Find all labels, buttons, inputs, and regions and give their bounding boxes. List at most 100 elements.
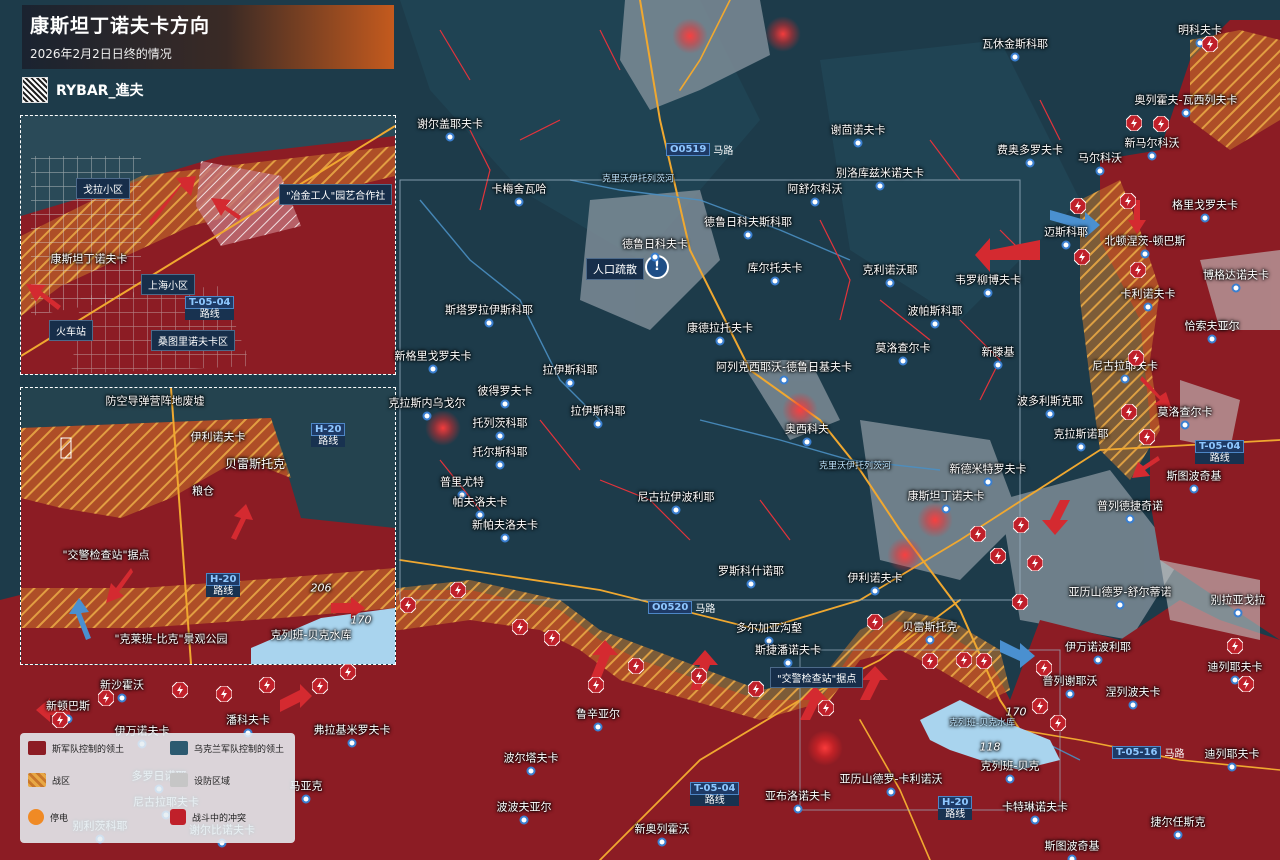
settlement-marker <box>1120 374 1130 384</box>
settlement-marker <box>1093 655 1103 665</box>
settlement-marker <box>1095 166 1105 176</box>
evacuation-notice: 人口疏散 <box>586 258 644 280</box>
settlement-marker <box>1143 302 1153 312</box>
inset-label-district: 桑图里诺夫卡区 <box>151 330 235 351</box>
town-label: 斯图波奇基 <box>1166 469 1222 483</box>
town-label: 新帕夫洛夫卡 <box>472 518 538 532</box>
clash-icon <box>970 526 986 542</box>
clash-icon <box>400 597 416 613</box>
map-canvas[interactable]: 康斯坦丁诺夫卡方向 2026年2月2日日终的情况 RYBAR_進夫 戈拉小区 "… <box>0 0 1280 860</box>
settlement-marker <box>898 356 908 366</box>
town-label: 普列德捷奇诺 <box>1097 499 1163 513</box>
inset-label-shanghai: 上海小区 <box>141 274 195 295</box>
town-label: 康德拉托夫卡 <box>687 321 753 335</box>
town-label: 普列谢耶沃 <box>1042 674 1098 688</box>
inset-label-berestok: 贝雷斯托克 <box>224 457 286 471</box>
clash-icon <box>1128 350 1144 366</box>
town-label: 奥西科夫 <box>785 422 829 436</box>
settlement-marker <box>746 579 756 589</box>
settlement-marker <box>565 378 575 388</box>
title-panel: 康斯坦丁诺夫卡方向 2026年2月2日日终的情况 <box>22 5 394 69</box>
town-label: 彼得罗夫卡 <box>477 384 533 398</box>
town-label: 迪列耶夫卡 <box>1204 747 1260 761</box>
brand-label: RYBAR_進夫 <box>56 83 144 99</box>
town-label: 拉伊斯科耶 <box>542 363 598 377</box>
town-label: 克列班-贝克 <box>980 759 1040 773</box>
legend-strike: 停电 <box>28 809 68 825</box>
town-label: 潘科夫卡 <box>226 713 270 727</box>
clash-icon <box>976 653 992 669</box>
swatch-russian <box>28 741 46 755</box>
elevation-118: 118 <box>979 740 1001 754</box>
settlement-marker <box>1173 830 1183 840</box>
town-label: 别拉亚戈拉 <box>1210 593 1266 607</box>
inset-label-granary: 粮仓 <box>192 484 214 498</box>
town-label: 波多利斯克耶 <box>1017 394 1083 408</box>
town-label: 瓦休金斯科耶 <box>982 37 1048 51</box>
settlement-marker <box>1128 700 1138 710</box>
inset-label-gora: 戈拉小区 <box>76 178 130 199</box>
settlement-marker <box>1227 762 1237 772</box>
clash-icon <box>312 678 328 694</box>
town-label: 迪列耶夫卡 <box>1207 660 1263 674</box>
clash-icon <box>1013 517 1029 533</box>
settlement-marker <box>519 815 529 825</box>
strike-glow <box>672 18 708 54</box>
town-label: 谢茴诺夫卡 <box>830 123 886 137</box>
town-label: 克拉斯内乌戈尔 <box>388 396 466 410</box>
town-label: 阿列克西耶沃-德鲁日基夫卡 <box>716 360 852 374</box>
settlement-marker <box>1067 854 1077 860</box>
clash-icon <box>259 677 275 693</box>
settlement-marker <box>1125 514 1135 524</box>
swatch-combat <box>28 773 46 787</box>
town-label: 伊利诺夫卡 <box>847 571 903 585</box>
lightning-icon <box>28 809 44 825</box>
clash-icon <box>922 653 938 669</box>
settlement-marker <box>779 375 789 385</box>
clash-icon <box>1050 715 1066 731</box>
town-label: 恰索夫亚尔 <box>1184 319 1240 333</box>
elevation-170-inset: 170 <box>350 613 372 627</box>
settlement-marker <box>1061 240 1071 250</box>
clash-icon <box>1032 698 1048 714</box>
town-label: 捷尔任斯克 <box>1150 815 1206 829</box>
town-label: 阿舒尔科沃 <box>787 182 843 196</box>
legend-russian: 斯军队控制的领土 <box>28 741 124 755</box>
town-label: 马尔科沃 <box>1078 151 1122 165</box>
clash-icon <box>990 548 1006 564</box>
settlement-marker <box>925 635 935 645</box>
town-label: 新奥列霍沃 <box>634 822 690 836</box>
inset-label-ilinovka: 伊利诺夫卡 <box>190 430 246 444</box>
clash-icon <box>170 809 186 825</box>
town-label: 弗拉基米罗夫卡 <box>313 723 391 737</box>
settlement-marker <box>1115 600 1125 610</box>
settlement-marker <box>500 399 510 409</box>
settlement-marker <box>1010 52 1020 62</box>
settlement-marker <box>526 766 536 776</box>
settlement-marker <box>1207 334 1217 344</box>
road-h20-inset-b: H-20 路线 <box>311 423 346 447</box>
clash-icon <box>748 681 764 697</box>
settlement-marker <box>802 437 812 447</box>
settlement-marker <box>853 138 863 148</box>
settlement-marker <box>1076 442 1086 452</box>
town-label: 多尔加亚沟壑 <box>736 621 802 635</box>
town-label: 托尔斯科耶 <box>472 445 528 459</box>
settlement-marker <box>484 318 494 328</box>
town-label: 伊万诺波利耶 <box>1065 640 1131 654</box>
town-label: 亚历山德罗-卡利诺沃 <box>839 772 943 786</box>
road-h20-south: H-20 路线 <box>938 796 973 820</box>
clash-icon <box>1036 660 1052 676</box>
town-label: 斯捷潘诺夫卡 <box>755 643 821 657</box>
settlement-marker <box>1147 151 1157 161</box>
settlement-marker <box>117 693 127 703</box>
settlement-marker <box>657 837 667 847</box>
town-label: 贝雷斯托克 <box>902 620 958 634</box>
settlement-marker <box>1005 774 1015 784</box>
clash-icon <box>1070 198 1086 214</box>
clash-icon <box>172 682 188 698</box>
river-label-north: 克里沃伊托列茨河 <box>601 174 675 185</box>
town-label: 迈斯科耶 <box>1044 225 1088 239</box>
road-t0504-main: T-05-04 路线 <box>1195 440 1245 464</box>
settlement-marker <box>875 181 885 191</box>
